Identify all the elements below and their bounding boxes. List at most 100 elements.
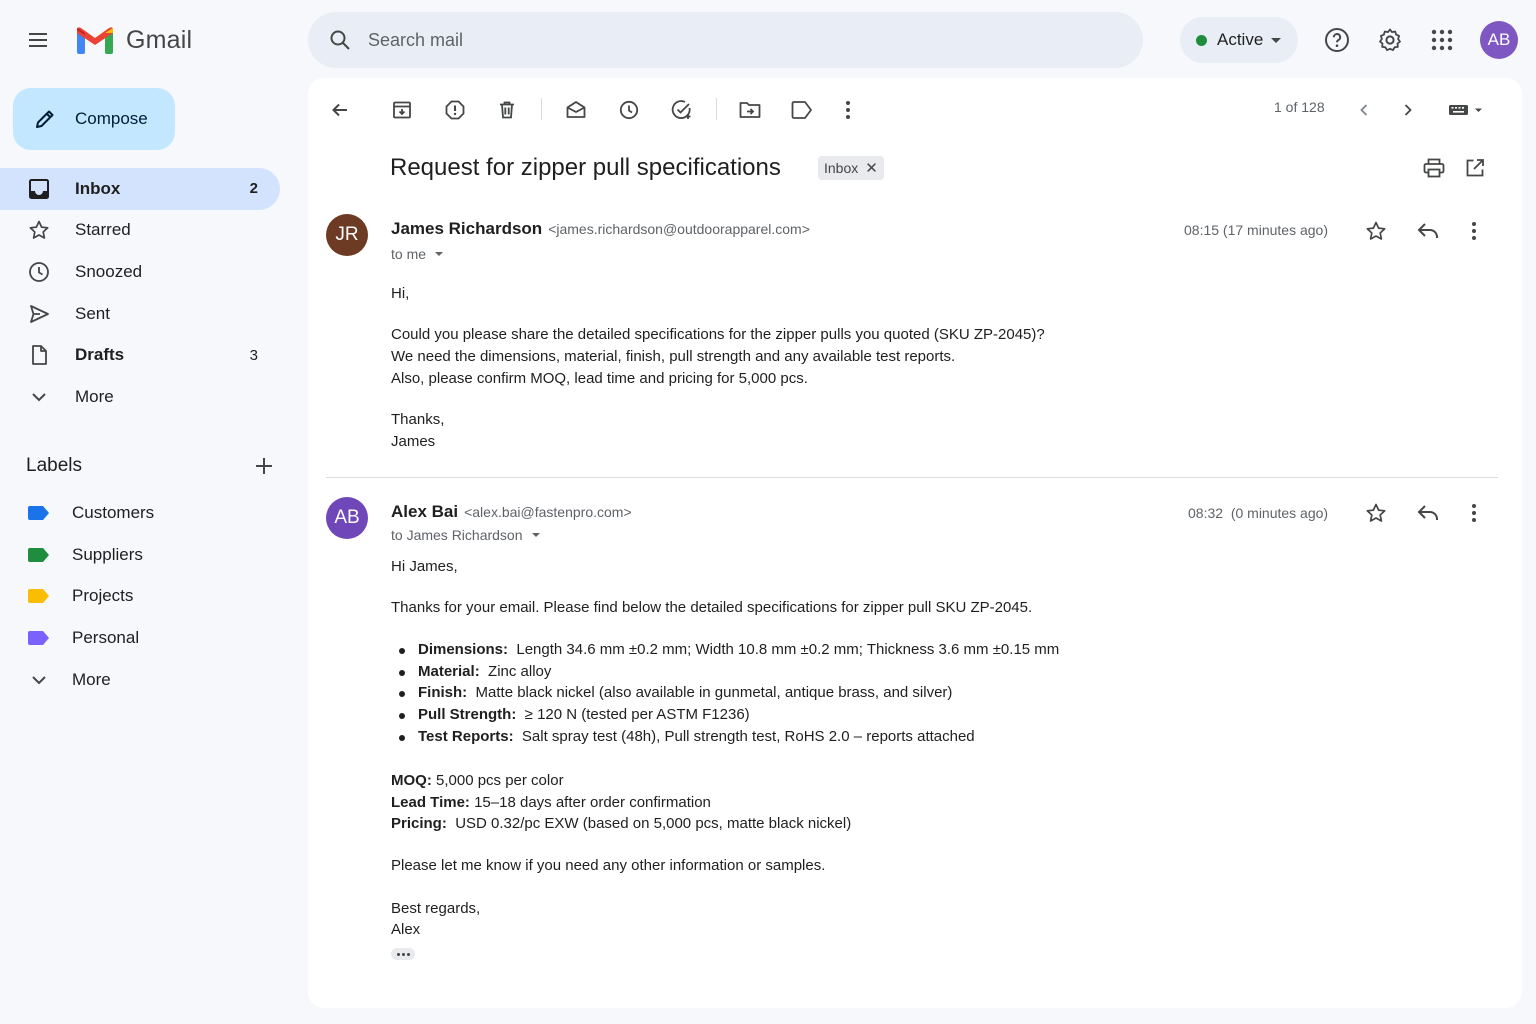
search-bar[interactable]	[308, 12, 1143, 68]
search-input[interactable]	[368, 29, 1068, 51]
sender-line: James Richardson <james.richardson@outdoo…	[391, 219, 810, 239]
remove-label-icon[interactable]: ✕	[865, 161, 878, 176]
clock-icon	[29, 262, 49, 282]
spec-item: Material: Zinc alloy	[399, 661, 1059, 683]
more-vert-icon[interactable]	[1456, 213, 1492, 249]
recipient-details[interactable]: to James Richardson	[391, 527, 540, 543]
open-in-new-window-icon[interactable]	[1457, 150, 1493, 186]
back-arrow-icon[interactable]	[322, 92, 358, 128]
label-icon[interactable]	[784, 92, 820, 128]
message-view: 1 of 128 Request for zipper pull specifi…	[308, 78, 1522, 1008]
compose-button[interactable]: Compose	[13, 88, 175, 150]
label-name: Projects	[72, 586, 134, 606]
mark-unread-icon[interactable]	[558, 92, 594, 128]
label-item-projects[interactable]: Projects	[0, 576, 280, 618]
star-icon[interactable]	[1358, 213, 1394, 249]
chevron-left-icon[interactable]	[1346, 92, 1382, 128]
labels-list: Customers Suppliers Projects Personal Mo…	[0, 492, 280, 701]
label-tag-icon	[28, 505, 49, 520]
label-item-suppliers[interactable]: Suppliers	[0, 534, 280, 576]
sender-name[interactable]: James Richardson	[391, 219, 542, 238]
archive-icon[interactable]	[384, 92, 420, 128]
body-line: We need the dimensions, material, finish…	[391, 348, 956, 366]
chevron-right-icon[interactable]	[1390, 92, 1426, 128]
label-tag-icon	[28, 547, 49, 562]
sidebar-item-label: Starred	[75, 220, 131, 240]
spec-value: Length 34.6 mm ±0.2 mm; Width 10.8 mm ±0…	[516, 640, 1060, 658]
message-body: Hi James, Thanks for your email. Please …	[391, 556, 1059, 941]
term-line: Lead Time: 15–18 days after order confir…	[391, 792, 1059, 814]
print-icon[interactable]	[1416, 150, 1452, 186]
sidebar-item-sent[interactable]: Sent	[0, 293, 280, 335]
sidebar-item-inbox[interactable]: Inbox 2	[0, 168, 280, 210]
settings-gear-icon[interactable]	[1370, 20, 1410, 60]
snooze-clock-icon[interactable]	[611, 92, 647, 128]
sidebar-item-starred[interactable]: Starred	[0, 210, 280, 252]
more-vert-icon[interactable]	[1456, 495, 1492, 531]
signoff: Best regards,	[391, 899, 481, 917]
signature: Alex	[391, 921, 421, 939]
labels-more[interactable]: More	[0, 659, 280, 701]
message-timestamp: 08:32 (0 minutes ago)	[1188, 505, 1329, 521]
sender-avatar[interactable]: JR	[326, 214, 368, 256]
label-item-personal[interactable]: Personal	[0, 617, 280, 659]
chevron-down-icon	[1271, 37, 1282, 43]
status-selector[interactable]: Active	[1180, 17, 1298, 63]
send-icon	[30, 304, 49, 323]
signature: James	[391, 433, 436, 451]
intro-line: Thanks for your email. Please find below…	[391, 599, 1033, 617]
gmail-logo[interactable]: Gmail	[76, 26, 192, 55]
sender-email: <james.richardson@outdoorapparel.com>	[548, 221, 810, 237]
input-tools-keyboard-icon[interactable]	[1444, 92, 1488, 128]
apps-grid-icon[interactable]	[1422, 20, 1462, 60]
closing-line: Please let me know if you need any other…	[391, 856, 826, 874]
recipient-text: to me	[391, 246, 427, 262]
report-spam-icon[interactable]	[437, 92, 473, 128]
spec-value: Matte black nickel (also available in gu…	[475, 684, 953, 702]
labels-title: Labels	[26, 455, 82, 476]
spec-item: Finish: Matte black nickel (also availab…	[399, 682, 1059, 704]
main-menu-icon[interactable]	[18, 20, 58, 60]
label-name: More	[72, 670, 111, 690]
reply-icon[interactable]	[1410, 495, 1446, 531]
sidebar-item-label: Snoozed	[75, 261, 143, 281]
reply-icon[interactable]	[1410, 213, 1446, 249]
sidebar-item-label: Sent	[75, 303, 110, 323]
body-line: Also, please confirm MOQ, lead time and …	[391, 369, 808, 387]
draft-file-icon	[32, 345, 47, 366]
recipient-details[interactable]: to me	[391, 246, 444, 262]
term-key: Lead Time:	[391, 793, 470, 811]
unread-count: 2	[249, 180, 258, 198]
gmail-logo-icon	[77, 27, 113, 54]
show-trimmed-content-button[interactable]	[391, 948, 415, 960]
sidebar-nav: Inbox 2 Starred Snoozed Sent Drafts 3 Mo…	[0, 168, 290, 418]
add-label-icon[interactable]	[254, 456, 274, 476]
sidebar-item-drafts[interactable]: Drafts 3	[0, 334, 280, 376]
term-value: USD 0.32/pc EXW (based on 5,000 pcs, mat…	[455, 815, 852, 833]
sidebar-item-label: Drafts	[75, 345, 125, 365]
body-line: Could you please share the detailed spec…	[391, 326, 1045, 344]
compose-label: Compose	[75, 109, 148, 128]
sidebar-item-snoozed[interactable]: Snoozed	[0, 251, 280, 293]
account-avatar[interactable]: AB	[1480, 21, 1518, 59]
chevron-down-icon	[531, 533, 540, 537]
spec-item: Dimensions: Length 34.6 mm ±0.2 mm; Widt…	[399, 639, 1059, 661]
greeting: Hi James,	[391, 558, 458, 575]
message-body: Hi, Could you please share the detailed …	[391, 283, 1045, 453]
search-icon[interactable]	[312, 12, 368, 68]
help-icon[interactable]	[1317, 20, 1357, 60]
more-vert-icon[interactable]	[830, 92, 866, 128]
term-line: MOQ: 5,000 pcs per color	[391, 770, 1059, 792]
label-name: Customers	[72, 502, 155, 522]
move-to-folder-icon[interactable]	[732, 92, 768, 128]
label-item-customers[interactable]: Customers	[0, 492, 280, 534]
sidebar-item-more[interactable]: More	[0, 376, 280, 418]
sender-avatar[interactable]: AB	[326, 497, 368, 539]
term-line: Pricing: USD 0.32/pc EXW (based on 5,000…	[391, 813, 1059, 835]
star-icon[interactable]	[1358, 495, 1394, 531]
spec-item: Test Reports: Salt spray test (48h), Pul…	[399, 726, 1059, 748]
delete-trash-icon[interactable]	[489, 92, 525, 128]
sender-name[interactable]: Alex Bai	[391, 502, 458, 521]
sidebar-item-label: More	[75, 386, 114, 406]
add-task-icon[interactable]	[664, 92, 700, 128]
